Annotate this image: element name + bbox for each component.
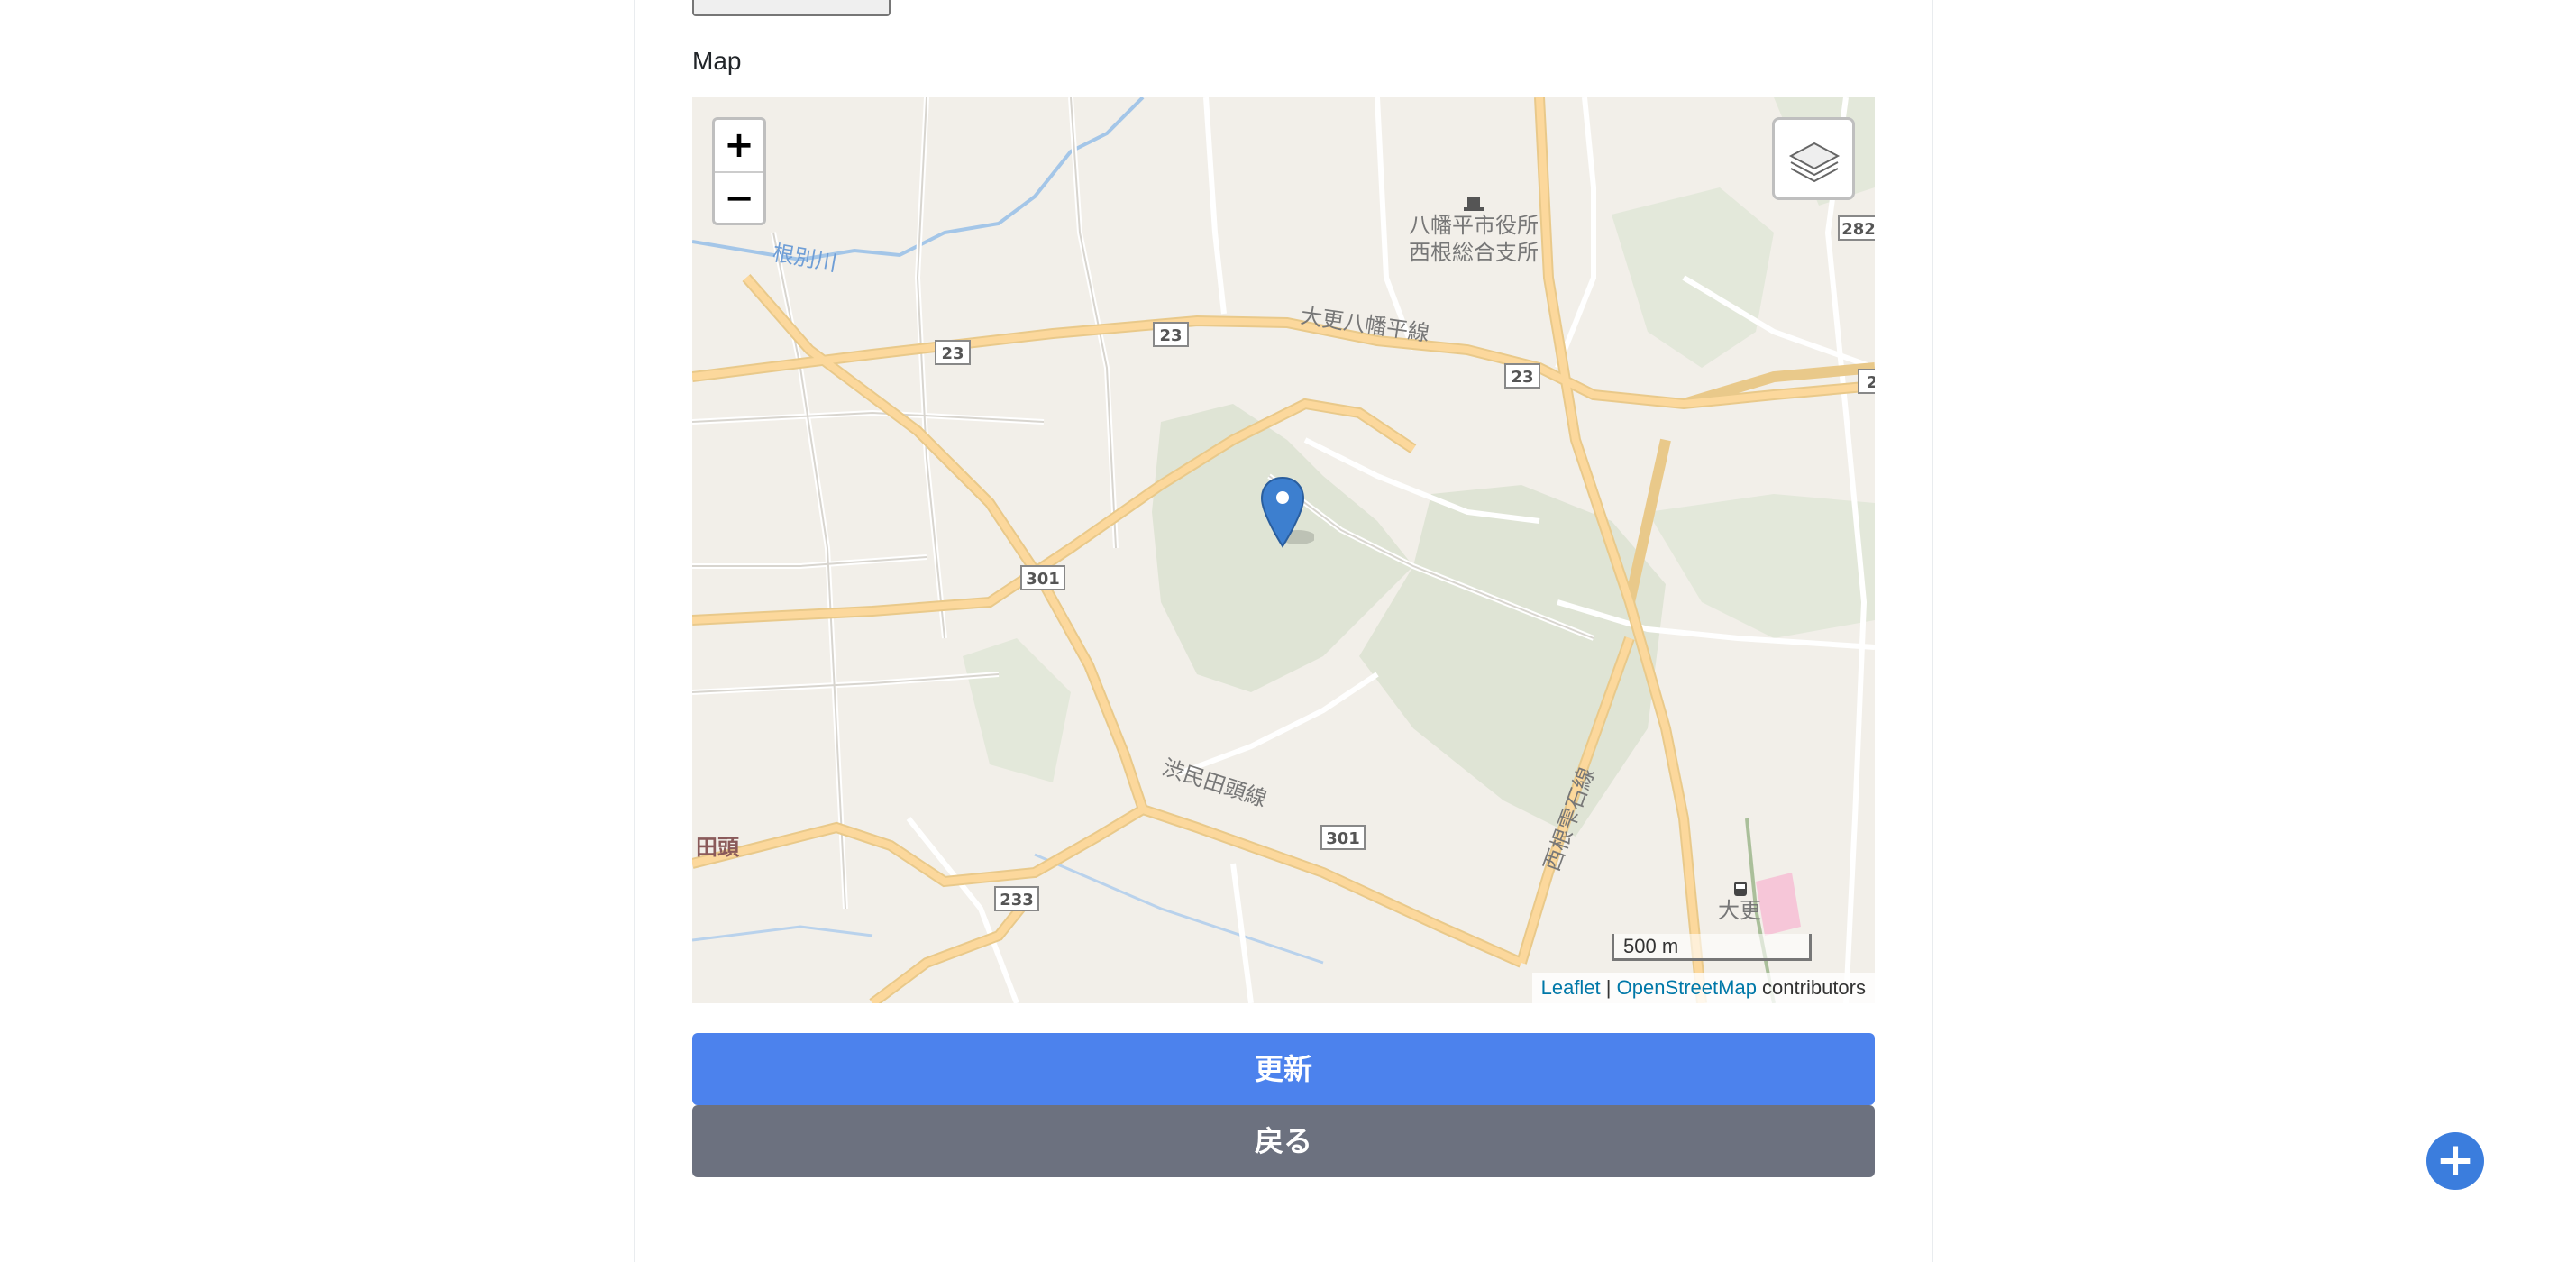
back-button[interactable]: 戻る [692,1105,1875,1177]
map-view[interactable]: 23 23 23 301 301 233 282 2 八幡平市役所 西根総合支所… [692,97,1875,1003]
route-23-b: 23 [1159,326,1182,345]
attribution-separator: | [1600,976,1617,999]
map-label-city-office: 八幡平市役所 [1409,213,1539,238]
city-hall-icon [1464,197,1484,211]
route-301-a: 301 [1026,570,1060,589]
map-label-branch-office: 西根総合支所 [1409,240,1539,265]
route-301-b: 301 [1326,829,1360,848]
map-attribution: Leaflet | OpenStreetMap contributors [1531,973,1875,1003]
route-233: 233 [1000,891,1034,910]
zoom-in-button[interactable]: + [715,120,763,173]
route-23-c: 23 [1511,368,1533,387]
leaflet-link[interactable]: Leaflet [1541,976,1601,999]
map-label-area-tagashira: 田頭 [696,835,740,860]
route-23-a: 23 [941,344,964,363]
route-2: 2 [1867,373,1875,392]
attribution-suffix: contributors [1756,976,1866,999]
osm-link[interactable]: OpenStreetMap [1617,976,1757,999]
zoom-out-button[interactable]: − [715,173,763,223]
map-label-road-shibutami: 渋民田頭線 [1159,754,1270,812]
scale-bar: 500 m [1612,934,1812,961]
location-marker-icon[interactable] [1260,476,1314,552]
add-fab-button[interactable]: + [2426,1132,2484,1190]
map-label: Map [692,47,742,75]
train-station-icon [1734,882,1747,896]
route-282: 282 [1841,220,1875,239]
update-button[interactable]: 更新 [692,1033,1875,1105]
file-select-button[interactable] [692,0,891,16]
plus-icon: + [2435,1133,2475,1187]
map-label-station: 大更 [1718,898,1761,923]
layers-button[interactable] [1772,117,1855,200]
layers-icon [1788,142,1841,183]
zoom-control: + − [712,117,766,225]
